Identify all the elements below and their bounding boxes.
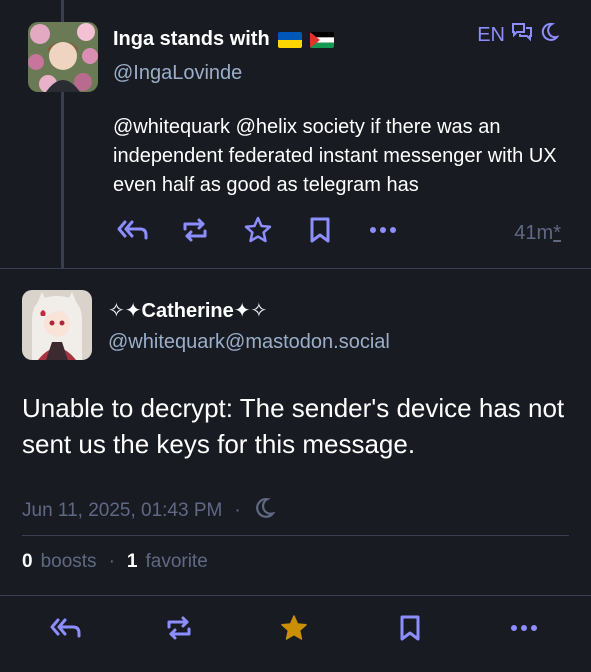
- bookmark-button[interactable]: [390, 610, 430, 646]
- post-content: @whitequark @helix society if there was …: [113, 116, 557, 196]
- post-stats: 0 boosts · 1 favorite: [22, 551, 208, 573]
- palestine-flag-icon: [309, 31, 334, 48]
- language-badge: EN: [477, 23, 505, 46]
- post-date-row: Jun 11, 2025, 01:43 PM ·: [22, 497, 276, 525]
- post-action-bar: [0, 606, 591, 650]
- favorite-button[interactable]: [274, 610, 314, 646]
- separator: ·: [108, 551, 115, 572]
- relative-time: 41m: [514, 222, 554, 244]
- post-content: Unable to decrypt: The sender's device h…: [22, 393, 565, 459]
- boost-button[interactable]: [175, 212, 215, 248]
- boost-button[interactable]: [159, 610, 199, 646]
- moon-icon: [253, 497, 276, 525]
- favorite-button[interactable]: [238, 212, 278, 248]
- post-meta: EN: [477, 22, 560, 48]
- divider: [0, 268, 591, 269]
- avatar[interactable]: [28, 22, 98, 92]
- boosts-count: 0: [22, 551, 33, 572]
- divider: [0, 595, 591, 596]
- reply-all-button[interactable]: [113, 212, 153, 248]
- post-action-bar: [113, 212, 563, 248]
- separator: ·: [234, 500, 241, 521]
- edited-mark: *: [553, 222, 561, 244]
- handle[interactable]: @IngaLovinde: [113, 62, 242, 85]
- display-name[interactable]: Inga stands with: [113, 28, 270, 51]
- moon-icon: [539, 22, 560, 48]
- avatar[interactable]: [22, 290, 92, 360]
- display-name[interactable]: ✧✦Catherine✦✧: [108, 298, 267, 323]
- favorites-label[interactable]: favorite: [145, 551, 207, 573]
- more-options-button[interactable]: [363, 212, 403, 248]
- more-options-button[interactable]: [504, 610, 544, 646]
- boosts-label[interactable]: boosts: [41, 551, 97, 573]
- relative-timestamp[interactable]: 41m*: [514, 222, 561, 245]
- post-header: Inga stands with: [113, 28, 334, 51]
- divider: [22, 535, 569, 536]
- favorites-count: 1: [126, 551, 138, 572]
- conversation-icon: [511, 22, 533, 48]
- handle[interactable]: @whitequark@mastodon.social: [108, 331, 390, 354]
- ukraine-flag-icon: [277, 31, 302, 48]
- post-date[interactable]: Jun 11, 2025, 01:43 PM: [22, 500, 222, 522]
- reply-all-button[interactable]: [46, 610, 86, 646]
- bookmark-button[interactable]: [300, 212, 340, 248]
